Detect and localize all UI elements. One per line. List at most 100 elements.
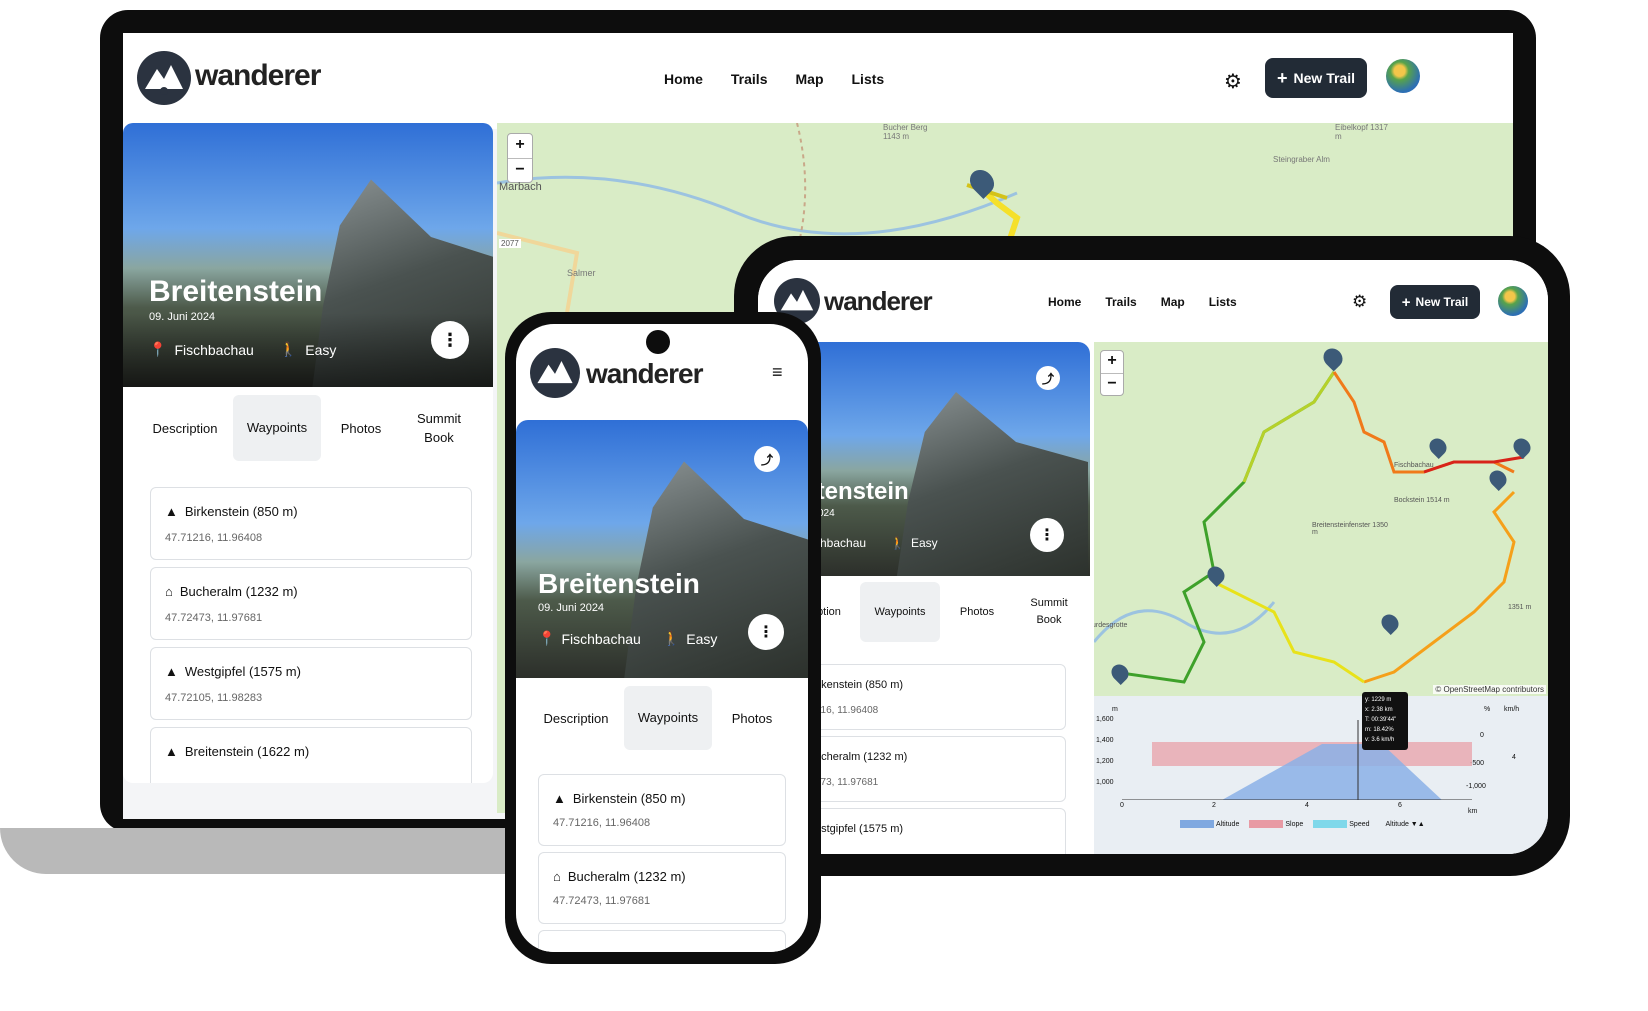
map-label: Bucher Berg 1143 m (883, 123, 928, 141)
trail-location: Fischbachau (174, 341, 254, 358)
tab-waypoints[interactable]: Waypoints (233, 395, 321, 461)
settings-gear-icon[interactable]: ⚙ (1352, 292, 1367, 312)
tab-waypoints[interactable]: Waypoints (860, 582, 940, 642)
trail-difficulty: Easy (686, 630, 718, 647)
plus-icon: + (1277, 67, 1288, 88)
waypoint-card[interactable]: ucheralm (1232 m) 473, 11.97681 (778, 736, 1066, 802)
elevation-plot (1122, 720, 1472, 800)
chart-xlabel: km (1468, 808, 1478, 815)
tablet-navigation: wanderer Home Trails Map Lists ⚙ + New Tr… (758, 260, 1548, 342)
waypoint-card[interactable]: irkenstein (850 m) 216, 11.96408 (778, 664, 1066, 730)
trail-date: 09. Juni 2024 (149, 311, 216, 323)
new-trail-button[interactable]: + New Trail (1390, 285, 1480, 319)
waypoint-card[interactable] (538, 930, 786, 952)
zoom-in-button[interactable]: + (1101, 351, 1123, 373)
trail-tabs: Description Waypoints Photos Summit Book (137, 395, 477, 461)
waypoint-card[interactable]: ▲ Breitenstein (1622 m) (150, 727, 472, 783)
chart-xtick: 0 (1120, 802, 1124, 809)
phone-screen: wanderer ≡ Breitenstein 09. Juni 2024 📍 … (516, 324, 808, 952)
tab-photos[interactable]: Photos (712, 711, 792, 726)
trail-hero-image: Breitenstein 09. Juni 2024 📍 Fischbachau… (516, 420, 808, 678)
more-options-button[interactable]: ⋮ (748, 614, 784, 650)
legend-speed[interactable]: Speed (1349, 821, 1369, 828)
waypoint-card[interactable]: ▲ Birkenstein (850 m) 47.71216, 11.96408 (538, 774, 786, 846)
legend-slope[interactable]: Slope (1285, 821, 1303, 828)
nav-trails[interactable]: Trails (1105, 295, 1136, 309)
logo-text[interactable]: wanderer (586, 358, 703, 390)
tab-waypoints[interactable]: Waypoints (624, 686, 712, 750)
zoom-out-button[interactable]: − (508, 158, 532, 182)
tab-description[interactable]: Description (137, 421, 233, 436)
top-navigation: wanderer Home Trails Map Lists ⚙ + New Tr… (123, 33, 1513, 129)
legend-swatch-slope (1249, 820, 1284, 828)
home-icon: ⌂ (165, 584, 173, 599)
logo-icon[interactable] (137, 51, 191, 105)
logo-icon[interactable] (530, 348, 580, 398)
chart-ytick: 1,600 (1096, 716, 1114, 723)
chart-tooltip: y: 1229 m x: 2.38 km T: 00:39'44" m: 18.… (1362, 692, 1408, 750)
more-options-button[interactable]: ⋮ (1030, 518, 1064, 552)
logo-text[interactable]: wanderer (195, 59, 321, 93)
trail-detail-panel: Breitenstein 09. Juni 2024 📍 Fischbachau… (123, 123, 493, 783)
zoom-out-button[interactable]: − (1101, 373, 1123, 395)
trail-difficulty: Easy (911, 536, 938, 550)
waypoint-card[interactable]: estgipfel (1575 m) (778, 808, 1066, 854)
nav-trails[interactable]: Trails (731, 71, 768, 87)
chart-xtick: 4 (1305, 802, 1309, 809)
nav-map[interactable]: Map (796, 71, 824, 87)
chart-y2label: % (1484, 706, 1491, 713)
logo-text[interactable]: wanderer (824, 286, 933, 317)
chart-y2tick: 0 (1480, 732, 1484, 739)
phone-camera (646, 330, 670, 354)
chart-xtick: 2 (1212, 802, 1216, 809)
mountain-icon: ▲ (553, 791, 566, 806)
waypoint-card[interactable]: ⌂ Bucheralm (1232 m) 47.72473, 11.97681 (538, 852, 786, 924)
trail-hero-image: Breitenstein 09. Juni 2024 📍 Fischbachau… (123, 123, 493, 387)
hiker-icon: 🚶 (279, 341, 298, 357)
trail-map[interactable]: + − urdesgrotte Fischbachau Bockstein 15… (1094, 342, 1548, 696)
waypoint-card[interactable]: ▲ Westgipfel (1575 m) 47.72105, 11.98283 (150, 647, 472, 720)
map-zoom-control: + − (1100, 350, 1124, 396)
nav-lists[interactable]: Lists (1209, 295, 1237, 309)
elevation-chart[interactable]: m % km/h 1,600 1,400 1,200 1,000 0 -500 … (1094, 692, 1548, 854)
trail-tabs: ption Waypoints Photos Summit Book (798, 582, 1090, 642)
nav-map[interactable]: Map (1161, 295, 1185, 309)
tab-summit-book[interactable]: Summit Book (401, 409, 477, 447)
waypoint-coords: 47.72105, 11.98283 (165, 692, 263, 704)
map-zoom-control: + − (507, 133, 533, 183)
waypoint-coords: 47.71216, 11.96408 (165, 532, 263, 544)
nav-links: Home Trails Map Lists (1048, 295, 1265, 309)
share-icon[interactable]: ⤴ (1036, 366, 1060, 390)
waypoint-card[interactable]: ▲ Birkenstein (850 m) 47.71216, 11.96408 (150, 487, 472, 560)
legend-altitude[interactable]: Altitude (1216, 821, 1239, 828)
tab-summit-book[interactable]: Summit Book (1014, 595, 1084, 629)
nav-home[interactable]: Home (664, 71, 703, 87)
trail-title: itenstein (810, 478, 909, 505)
tablet-screen: wanderer Home Trails Map Lists ⚙ + New Tr… (758, 260, 1548, 854)
waypoint-card[interactable]: ⌂ Bucheralm (1232 m) 47.72473, 11.97681 (150, 567, 472, 640)
map-attribution[interactable]: © OpenStreetMap contributors (1433, 685, 1546, 694)
road-label: 2077 (499, 239, 521, 248)
nav-lists[interactable]: Lists (852, 71, 885, 87)
menu-hamburger-icon[interactable]: ≡ (772, 362, 783, 383)
nav-home[interactable]: Home (1048, 295, 1081, 309)
map-label: Breitensteinfenster 1350 m (1312, 522, 1388, 536)
avatar[interactable] (1498, 286, 1528, 316)
trail-date: 09. Juni 2024 (538, 602, 605, 614)
nav-links: Home Trails Map Lists (664, 71, 912, 87)
tab-photos[interactable]: Photos (321, 421, 401, 436)
map-label: 1351 m (1508, 604, 1532, 611)
chart-xtick: 6 (1398, 802, 1402, 809)
tab-photos[interactable]: Photos (940, 606, 1014, 618)
zoom-in-button[interactable]: + (508, 134, 532, 158)
legend-swatch-speed (1313, 820, 1348, 828)
share-icon[interactable]: ⤴ (754, 446, 780, 472)
new-trail-button[interactable]: + New Trail (1265, 58, 1367, 98)
settings-gear-icon[interactable]: ⚙ (1224, 69, 1242, 94)
more-options-button[interactable]: ⋮ (431, 321, 469, 359)
legend-swatch-altitude (1180, 820, 1214, 828)
hiker-icon: 🚶 (890, 536, 905, 550)
tab-description[interactable]: Description (528, 711, 624, 726)
avatar[interactable] (1386, 59, 1420, 93)
chart-series-select[interactable]: Altitude ▼▲ (1386, 821, 1425, 828)
